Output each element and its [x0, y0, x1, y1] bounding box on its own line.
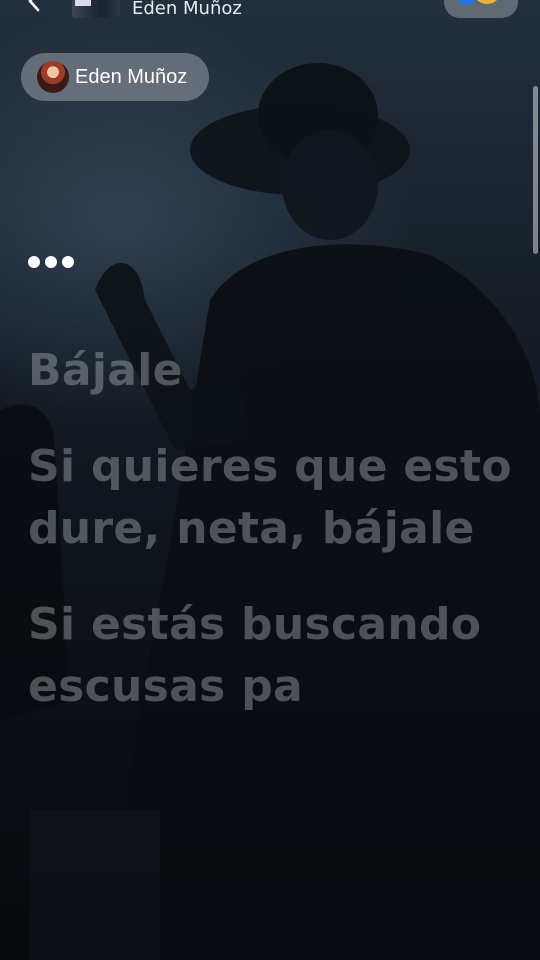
dot-3 [62, 256, 74, 268]
blue-dot-icon [454, 0, 480, 4]
header-artist-name: Eden Muñoz [132, 0, 242, 19]
album-thumbnail[interactable] [72, 0, 120, 18]
artist-chip[interactable]: Eden Muñoz [21, 53, 209, 101]
lyric-line[interactable]: Si estás buscando escusas pa [28, 594, 528, 718]
lyrics-panel[interactable]: Bájale Si quieres que esto dure, neta, b… [28, 340, 528, 752]
lyric-line[interactable]: Bájale [28, 340, 528, 402]
share-toggle[interactable] [444, 0, 518, 18]
back-arrow-icon[interactable] [22, 0, 48, 14]
dot-1 [28, 256, 40, 268]
dot-2 [45, 256, 57, 268]
artist-chip-name: Eden Muñoz [75, 65, 188, 88]
top-header: Eden Muñoz [0, 0, 540, 24]
avatar [37, 61, 69, 93]
scrollbar[interactable] [533, 86, 538, 254]
thumbnail-label [75, 0, 91, 6]
gold-dot-icon [474, 0, 500, 4]
lyric-line[interactable]: Si quieres que esto dure, neta, bájale [28, 436, 528, 560]
lyric-progress-dots-icon [28, 256, 74, 268]
